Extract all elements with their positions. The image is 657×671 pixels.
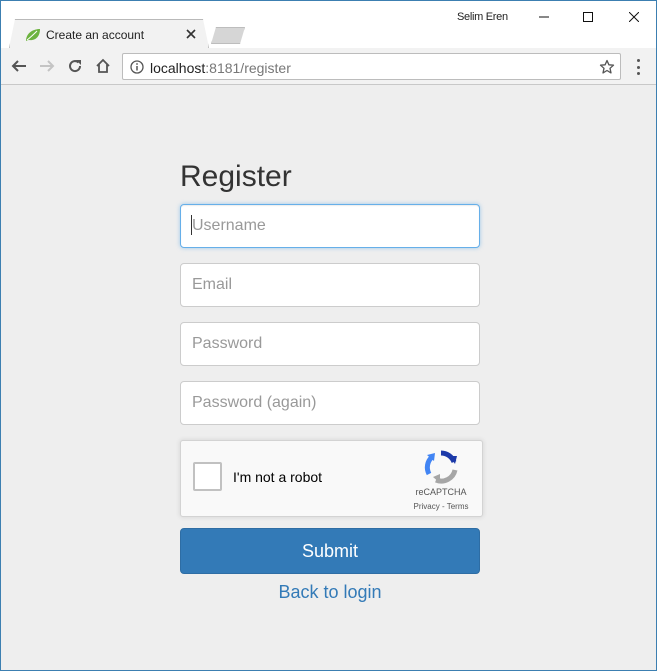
browser-window: Create an account Selim Eren localhost:8…: [0, 0, 657, 671]
reload-icon[interactable]: [66, 57, 84, 75]
username-input[interactable]: [180, 204, 480, 248]
text-caret: [191, 215, 192, 235]
recaptcha-widget: I'm not a robot reCAPTCHA Privacy - Term…: [180, 440, 483, 517]
email-input[interactable]: [180, 263, 480, 307]
info-icon[interactable]: [130, 60, 144, 74]
recaptcha-brand: reCAPTCHA: [415, 487, 467, 497]
title-bar: Create an account Selim Eren: [1, 1, 656, 48]
url-host: localhost: [150, 60, 206, 76]
recaptcha-logo-icon: [424, 450, 458, 484]
recaptcha-label: I'm not a robot: [233, 469, 323, 485]
window-close-button[interactable]: [611, 3, 656, 31]
back-to-login-link[interactable]: Back to login: [180, 582, 480, 603]
tab-title: Create an account: [46, 28, 145, 42]
spring-leaf-icon: [25, 28, 41, 42]
address-bar[interactable]: localhost:8181/register: [122, 53, 621, 80]
star-icon[interactable]: [599, 59, 615, 75]
page-title: Register: [180, 160, 292, 193]
profile-name[interactable]: Selim Eren: [457, 11, 508, 23]
kebab-menu-icon[interactable]: [631, 59, 645, 75]
url-path: :8181/register: [205, 60, 291, 76]
recaptcha-privacy-terms[interactable]: Privacy - Terms: [403, 502, 479, 511]
minimize-button[interactable]: [521, 3, 567, 31]
arrow-left-icon[interactable]: [10, 57, 28, 75]
close-icon[interactable]: [184, 27, 198, 41]
maximize-button[interactable]: [565, 3, 611, 31]
password-again-input[interactable]: [180, 381, 480, 425]
password-input[interactable]: [180, 322, 480, 366]
home-icon[interactable]: [94, 57, 112, 75]
recaptcha-checkbox[interactable]: [193, 462, 222, 491]
url-text: localhost:8181/register: [150, 60, 291, 76]
submit-button[interactable]: Submit: [180, 528, 480, 574]
browser-toolbar: localhost:8181/register: [1, 48, 656, 85]
arrow-right-icon[interactable]: [38, 57, 56, 75]
new-tab-button[interactable]: [211, 27, 245, 44]
